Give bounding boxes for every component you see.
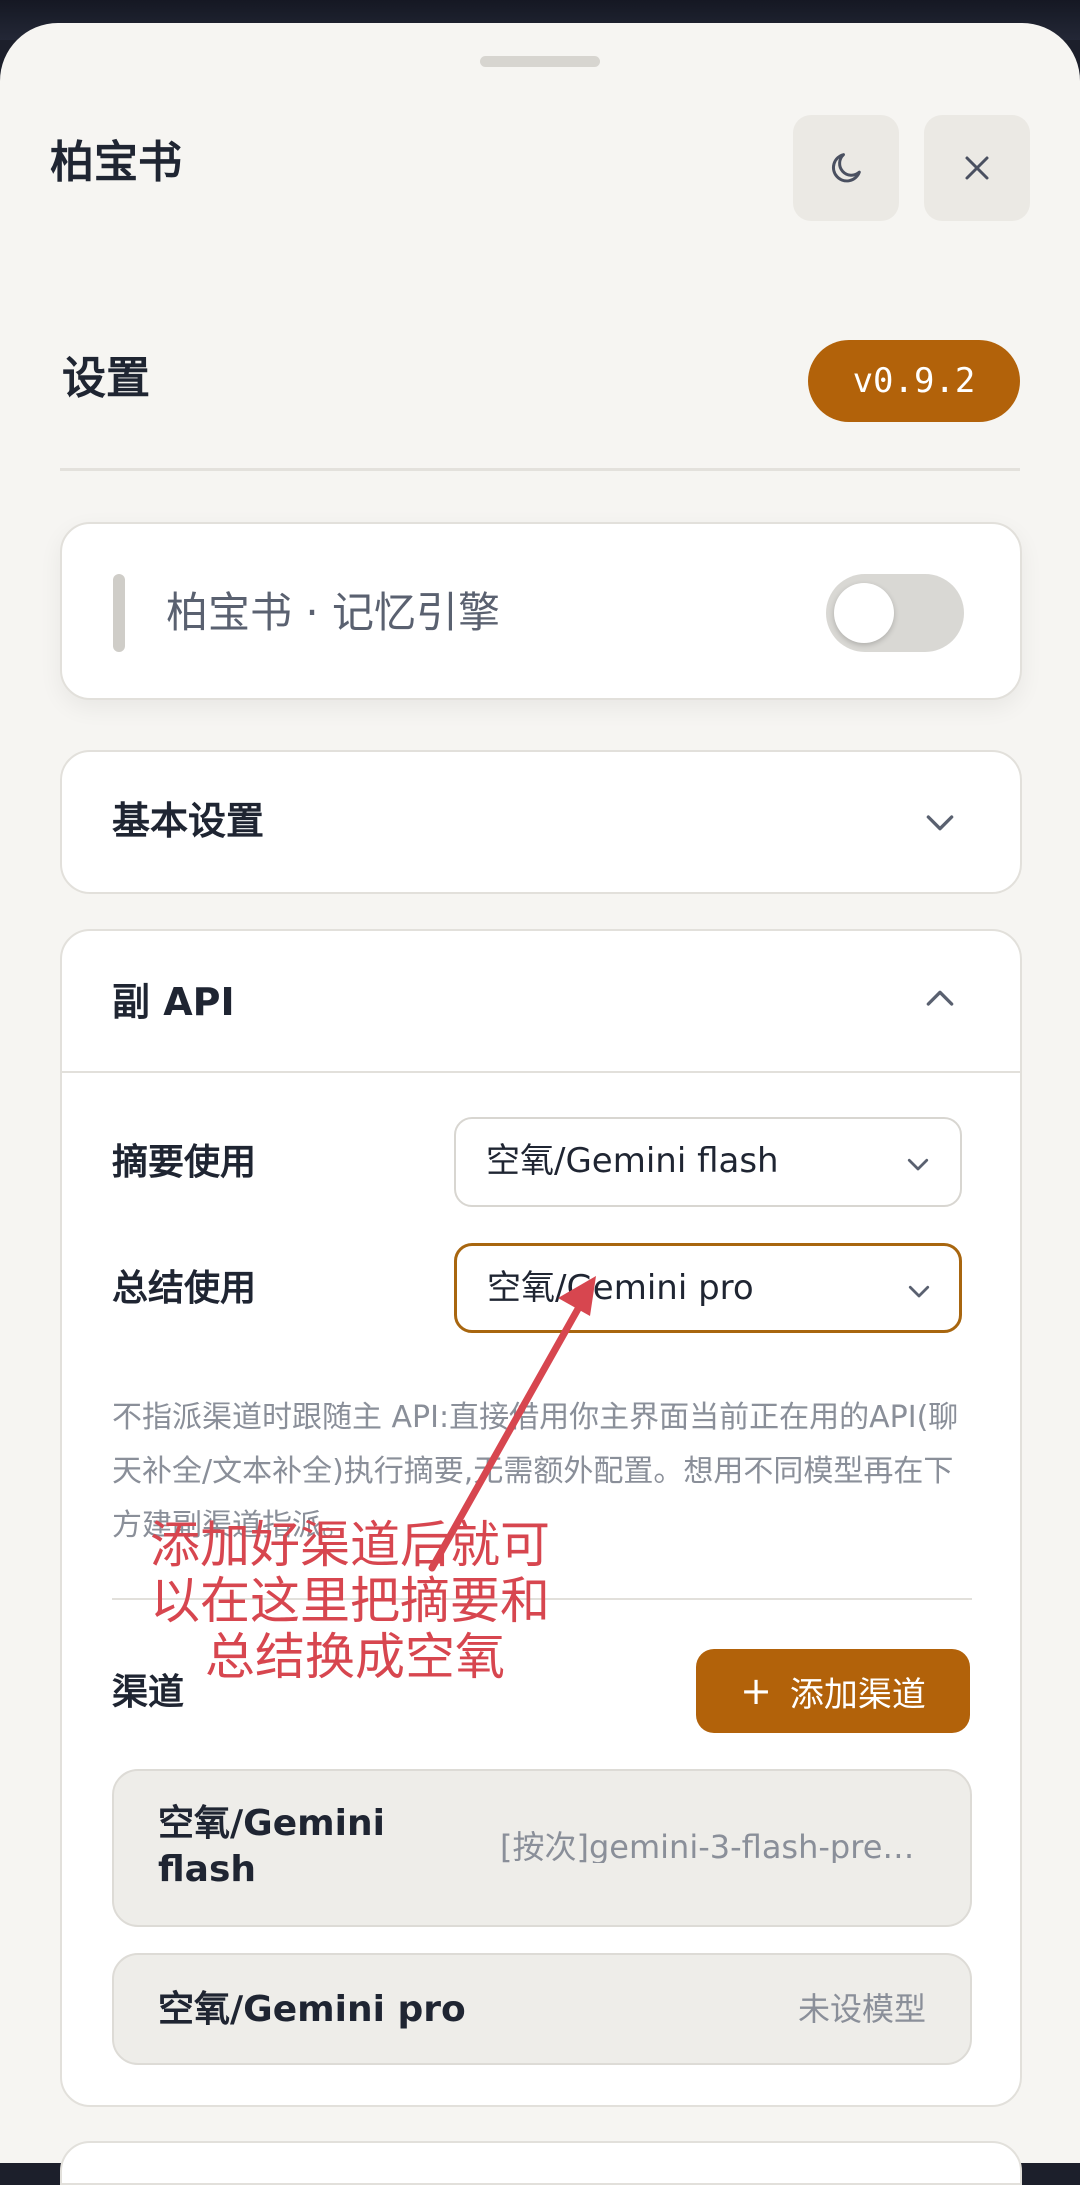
next-section-card (60, 2141, 1022, 2185)
chevron-down-icon (908, 1285, 930, 1298)
channel-name: 空氧/Gemini flash (158, 1803, 385, 1890)
header-divider (60, 468, 1020, 471)
conclude-label: 总结使用 (112, 1268, 257, 1309)
moon-icon (831, 153, 861, 183)
settings-title: 设置 (62, 353, 150, 404)
engine-status-bar (113, 574, 125, 652)
channel-item[interactable]: 空氧/Gemini flash [按次]gemini-3-flash-pre… (112, 1769, 972, 1927)
chevron-up-icon[interactable] (920, 979, 960, 1019)
memory-engine-card: 柏宝书 · 记忆引擎 (60, 522, 1022, 700)
basic-settings-section[interactable]: 基本设置 (60, 750, 1022, 894)
channel-item[interactable]: 空氧/Gemini pro 未设模型 (112, 1953, 972, 2065)
conclude-select[interactable]: 空氧/Gemini pro (454, 1243, 962, 1333)
sub-api-title[interactable]: 副 API (112, 983, 235, 1021)
add-channel-label: 添加渠道 (789, 1674, 926, 1715)
channel-detail: [按次]gemini-3-flash-pre… (500, 1831, 915, 1863)
summary-select-value: 空氧/Gemini flash (486, 1141, 779, 1181)
engine-label: 柏宝书 · 记忆引擎 (166, 588, 501, 637)
add-channel-button[interactable]: + 添加渠道 (696, 1649, 970, 1733)
summary-label: 摘要使用 (112, 1142, 257, 1183)
close-button[interactable] (924, 115, 1030, 221)
chevron-down-icon (926, 815, 954, 831)
chevron-down-icon (907, 1158, 929, 1171)
drag-handle[interactable] (480, 56, 600, 67)
engine-toggle[interactable] (826, 574, 964, 652)
handwritten-annotation: 添加好渠道后就可 以在这里把摘要和 总结换成空氧 (150, 1516, 550, 1686)
bottom-sheet: 柏宝书 设置 v0.9.2 柏宝书 · 记忆引擎 基本设置 副 API 摘要使用 (0, 23, 1080, 2185)
theme-toggle-button[interactable] (793, 115, 899, 221)
summary-select[interactable]: 空氧/Gemini flash (454, 1117, 962, 1207)
channel-name: 空氧/Gemini pro (158, 1989, 466, 2030)
channel-detail: 未设模型 (797, 1993, 926, 2025)
close-icon (965, 156, 989, 180)
plus-icon: + (740, 1669, 772, 1713)
conclude-select-value: 空氧/Gemini pro (487, 1268, 754, 1308)
toggle-knob (834, 583, 894, 643)
section-divider (62, 1071, 1020, 1073)
version-badge: v0.9.2 (808, 340, 1020, 422)
app-title: 柏宝书 (50, 137, 182, 188)
basic-settings-title: 基本设置 (112, 799, 265, 843)
